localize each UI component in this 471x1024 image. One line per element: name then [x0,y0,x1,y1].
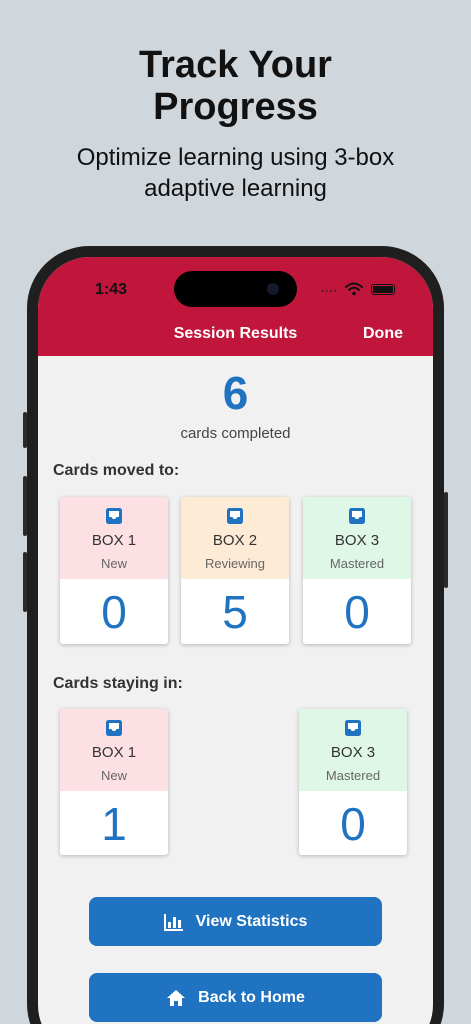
card-status-label: Mastered [325,768,381,783]
card-count: 0 [340,798,366,850]
card-header: BOX 2 Reviewing [181,497,289,579]
inbox-icon [227,508,243,524]
card-header: BOX 3 Mastered [303,497,411,579]
status-time: 1:43 [95,281,128,298]
cards-moved-title: Cards moved to: [53,462,180,479]
phone-side-button [444,492,448,588]
card-header: BOX 1 New [60,497,168,579]
promo-subtitle: Optimize learning using 3-box adaptive l… [0,142,471,204]
done-button[interactable]: Done [363,325,403,343]
card-header: BOX 3 Mastered [299,709,407,791]
card-box-label: BOX 3 [330,744,376,761]
back-to-home-button[interactable]: Back to Home [89,973,382,1022]
inbox-icon [345,720,361,736]
phone-screen: 1:43 •••• Session Results Done 6 cards c… [38,257,433,1024]
inbox-icon [349,508,365,524]
cards-staying-title: Cards staying in: [53,675,183,692]
phone-side-button [23,476,27,536]
card-box-label: BOX 2 [212,532,258,549]
back-to-home-label: Back to Home [198,988,305,1006]
view-statistics-label: View Statistics [195,912,308,930]
camera-icon [267,283,279,295]
battery-icon [371,284,395,295]
card-status-label: New [100,768,127,783]
wifi-icon [345,282,363,296]
staying-card-box1: BOX 1 New 1 [60,709,168,855]
signal-dots: •••• [321,286,338,296]
card-status-label: New [100,556,127,571]
cards-completed-label: cards completed [180,425,291,442]
view-statistics-button[interactable]: View Statistics [89,897,382,946]
home-icon [167,989,186,1006]
promo-title-line1: Track Your [139,44,332,86]
phone-side-button [23,412,27,448]
top-bar: 1:43 •••• Session Results Done [38,257,433,356]
moved-card-box2: BOX 2 Reviewing 5 [181,497,289,644]
dynamic-island [174,271,297,307]
promo-subtitle-line1: Optimize learning using 3-box [76,144,395,171]
staying-card-box3: BOX 3 Mastered 0 [299,709,407,855]
phone-side-button [23,552,27,612]
inbox-icon [106,508,122,524]
card-box-label: BOX 3 [334,532,380,549]
card-box-label: BOX 1 [91,744,137,761]
card-box-label: BOX 1 [91,532,137,549]
card-status-label: Mastered [329,556,385,571]
card-count: 0 [344,586,370,638]
promo-subtitle-line2: adaptive learning [144,175,327,202]
promo-title-line2: Progress [153,86,318,128]
moved-card-box3: BOX 3 Mastered 0 [303,497,411,644]
moved-card-box1: BOX 1 New 0 [60,497,168,644]
card-count: 5 [222,586,248,638]
card-count: 1 [101,798,127,850]
inbox-icon [106,720,122,736]
promo-title: Track Your Progress [0,44,471,128]
cards-completed-count: 6 [222,367,249,419]
card-header: BOX 1 New [60,709,168,791]
bar-chart-icon [163,913,183,931]
card-count: 0 [101,586,127,638]
card-status-label: Reviewing [205,556,265,571]
